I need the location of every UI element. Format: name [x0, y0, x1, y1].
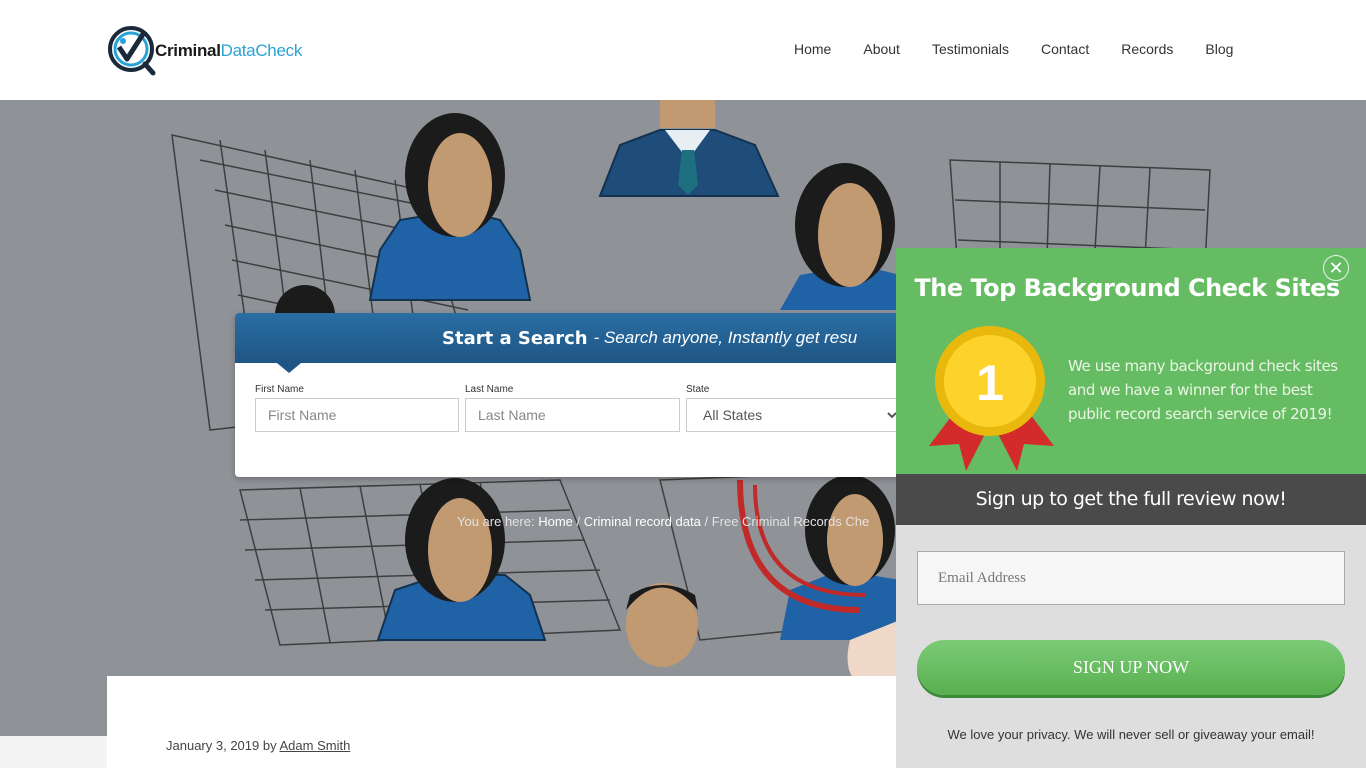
- nav-about[interactable]: About: [847, 40, 916, 58]
- state-label: State: [686, 384, 710, 395]
- figure-woman-1: [368, 113, 532, 301]
- logo-text: CriminalDataCheck: [155, 41, 302, 61]
- logo-text-bold: Criminal: [155, 41, 221, 60]
- nav-home[interactable]: Home: [778, 40, 847, 58]
- popup-title: The Top Background Check Sites: [914, 274, 1340, 302]
- figure-man-bottom: [626, 583, 698, 667]
- nav-testimonials[interactable]: Testimonials: [916, 40, 1025, 58]
- first-name-label: First Name: [255, 384, 304, 395]
- post-date: January 3, 2019: [166, 738, 260, 753]
- breadcrumb-separator: /: [704, 514, 709, 529]
- post-meta: January 3, 2019 by Adam Smith: [166, 738, 350, 753]
- last-name-field: Last Name: [465, 384, 680, 432]
- site-logo[interactable]: CriminalDataCheck: [107, 25, 312, 77]
- nav-contact[interactable]: Contact: [1025, 40, 1105, 58]
- first-name-field: First Name: [255, 384, 459, 432]
- figure-woman-2: [780, 163, 910, 310]
- last-name-label: Last Name: [465, 384, 514, 395]
- popup-description: We use many background check sites and w…: [1068, 357, 1338, 423]
- magnifier-check-logo-icon: [108, 26, 156, 76]
- breadcrumb: You are here: Home / Criminal record dat…: [457, 514, 869, 529]
- last-name-input[interactable]: [465, 398, 680, 432]
- search-header: Start a Search - Search anyone, Instantl…: [235, 313, 915, 363]
- breadcrumb-current: Free Criminal Records Che: [711, 514, 870, 529]
- privacy-note: We love your privacy. We will never sell…: [947, 727, 1315, 742]
- breadcrumb-prefix: You are here:: [457, 514, 535, 529]
- search-header-arrow: [277, 363, 301, 373]
- search-heading: Start a Search: [442, 327, 588, 349]
- state-select[interactable]: All States: [686, 398, 901, 432]
- sign-up-button[interactable]: SIGN UP NOW: [917, 640, 1345, 695]
- nav-blog[interactable]: Blog: [1189, 40, 1249, 58]
- email-input[interactable]: [917, 551, 1345, 605]
- medal-number: 1: [976, 355, 1004, 411]
- popup-signup-banner: Sign up to get the full review now!: [896, 474, 1366, 525]
- breadcrumb-separator: /: [576, 514, 581, 529]
- logo-text-light: DataCheck: [220, 41, 303, 60]
- signup-popup: The Top Background Check Sites ✕ 1 We us…: [896, 248, 1366, 768]
- first-place-medal-icon: 1: [929, 326, 1054, 471]
- first-name-input[interactable]: [255, 398, 459, 432]
- post-by: by: [262, 738, 277, 753]
- post-author-link[interactable]: Adam Smith: [280, 738, 351, 753]
- figure-woman-3: [376, 478, 547, 641]
- popup-top-panel: The Top Background Check Sites ✕ 1 We us…: [896, 248, 1366, 474]
- search-subheading: - Search anyone, Instantly get resu: [593, 328, 858, 347]
- main-nav: Home About Testimonials Contact Records …: [778, 40, 1249, 58]
- figure-woman-4: [780, 475, 900, 640]
- site-header: CriminalDataCheck Home About Testimonial…: [0, 0, 1366, 100]
- close-circle-icon[interactable]: ✕: [1323, 255, 1349, 281]
- breadcrumb-home[interactable]: Home: [538, 514, 573, 529]
- search-form: Start a Search - Search anyone, Instantl…: [235, 313, 915, 477]
- nav-records[interactable]: Records: [1105, 40, 1189, 58]
- figure-top-center: [598, 100, 780, 197]
- breadcrumb-criminal-record-data[interactable]: Criminal record data: [584, 514, 701, 529]
- state-field: State All States: [686, 384, 901, 432]
